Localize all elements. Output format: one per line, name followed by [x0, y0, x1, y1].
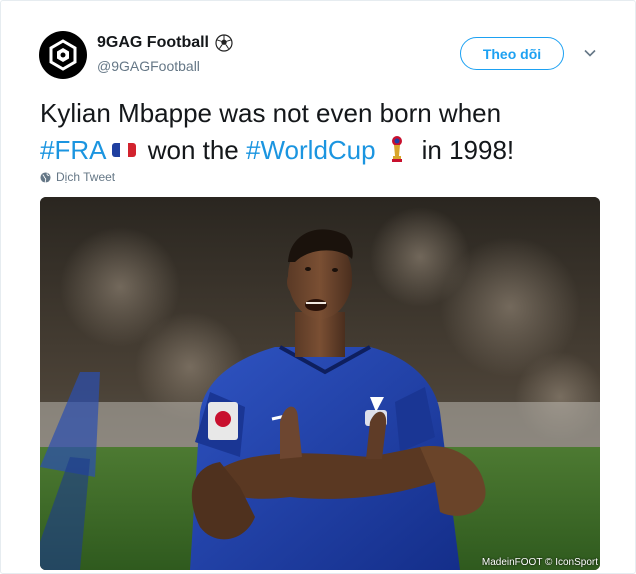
hashtag-worldcup[interactable]: #WorldCup — [246, 135, 376, 165]
player-photo — [40, 197, 600, 570]
tweet-mid-text: won the — [147, 135, 239, 165]
account-name-text: 9GAG Football — [97, 34, 209, 51]
account-name[interactable]: 9GAG Football — [97, 34, 233, 52]
tweet-line-1: Kylian Mbappe was not even born when — [40, 98, 502, 128]
france-flag-icon — [112, 142, 137, 157]
world-cup-trophy-icon — [391, 136, 402, 163]
account-handle[interactable]: @9GAGFootball — [97, 58, 200, 74]
tweet-end-text: in 1998! — [421, 135, 515, 165]
chevron-down-icon[interactable] — [583, 46, 597, 60]
hashtag-fra[interactable]: #FRA — [40, 135, 106, 165]
tweet-photo[interactable]: MadeinFOOT © IconSport — [40, 197, 600, 570]
9gag-logo-icon — [49, 39, 77, 71]
translate-tweet-label: Dịch Tweet — [56, 170, 116, 184]
globe-icon — [40, 171, 51, 183]
follow-button[interactable]: Theo dõi — [460, 37, 564, 70]
avatar[interactable] — [39, 31, 87, 79]
tweet-card: 9GAG Football @9GAGFootball Theo dõi Kyl… — [0, 0, 636, 574]
tweet-text: Kylian Mbappe was not even born when #FR… — [40, 95, 600, 169]
soccer-ball-icon — [215, 34, 233, 52]
translate-tweet-link[interactable]: Dịch Tweet — [40, 170, 115, 184]
photo-credit: MadeinFOOT © IconSport — [481, 557, 598, 568]
